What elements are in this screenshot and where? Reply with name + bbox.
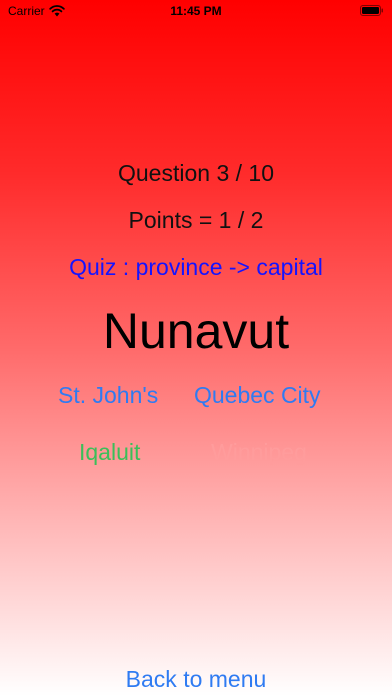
battery-icon — [360, 5, 383, 16]
points-display: Points = 1 / 2 — [128, 207, 264, 233]
answer-button-1[interactable]: St. John's — [58, 382, 158, 409]
status-bar: Carrier 11:45 PM — [0, 0, 392, 22]
answer-button-4[interactable]: Winnipeg — [211, 439, 307, 466]
quiz-prompt: Nunavut — [102, 303, 290, 359]
status-time: 11:45 PM — [170, 4, 222, 18]
answer-button-3[interactable]: Iqaluit — [79, 439, 140, 466]
answer-button-2[interactable]: Quebec City — [194, 382, 321, 409]
question-counter: Question 3 / 10 — [118, 160, 274, 186]
quiz-mode-label: Quiz : province -> capital — [69, 254, 323, 280]
back-to-menu-button[interactable]: Back to menu — [0, 666, 392, 693]
